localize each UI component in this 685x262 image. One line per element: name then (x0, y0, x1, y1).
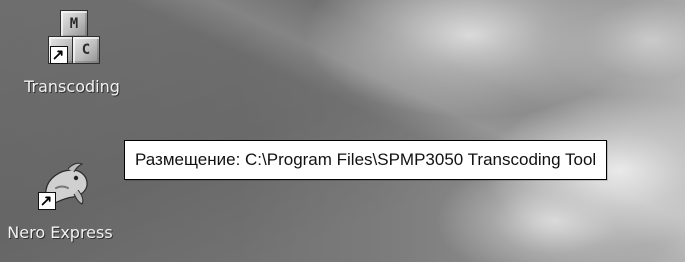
shortcut-arrow-icon (38, 192, 56, 210)
desktop-icon-nero-express[interactable]: Nero Express (0, 154, 120, 242)
desktop: M C Transcoding Nero Express Размещение:… (0, 0, 685, 262)
block-c: C (72, 36, 100, 64)
desktop-icon-label: Nero Express (7, 223, 113, 242)
shortcut-arrow-icon (50, 46, 68, 64)
tooltip-text: Размещение: C:\Program Files\SPMP3050 Tr… (135, 150, 597, 169)
block-m: M (60, 10, 88, 38)
desktop-icon-label: Transcoding (24, 77, 120, 96)
nero-express-icon (30, 154, 90, 224)
desktop-icon-transcoding[interactable]: M C Transcoding (12, 8, 132, 96)
transcoding-blocks-icon: M C (42, 8, 102, 78)
tooltip: Размещение: C:\Program Files\SPMP3050 Tr… (124, 140, 608, 180)
